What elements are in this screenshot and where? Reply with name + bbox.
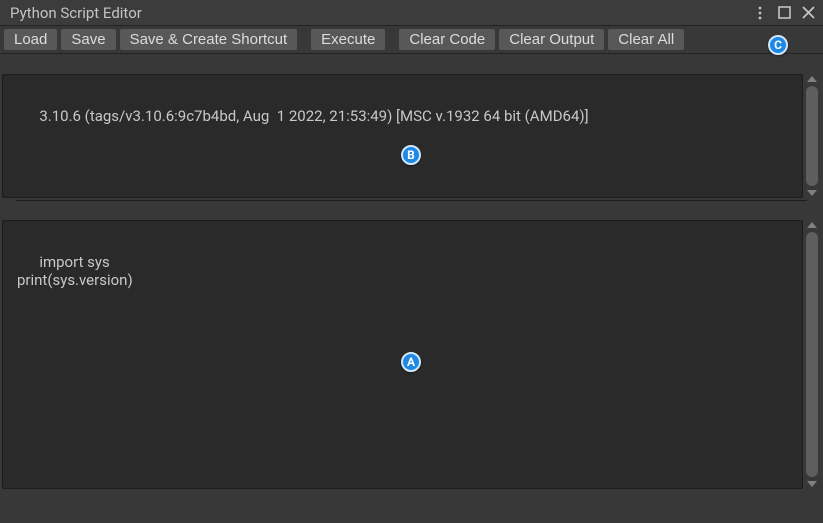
clear-all-button[interactable]: Clear All (608, 29, 684, 50)
scroll-down-icon[interactable] (807, 190, 817, 196)
maximize-icon[interactable] (775, 4, 793, 22)
toolbar: Load Save Save & Create Shortcut Execute… (0, 26, 823, 54)
scroll-down-icon[interactable] (807, 481, 817, 487)
scroll-up-icon[interactable] (807, 222, 817, 228)
save-shortcut-button[interactable]: Save & Create Shortcut (120, 29, 298, 50)
output-text: 3.10.6 (tags/v3.10.6:9c7b4bd, Aug 1 2022… (39, 107, 588, 125)
scroll-track[interactable] (806, 232, 818, 477)
output-scrollbar[interactable] (803, 74, 821, 198)
close-icon[interactable] (799, 4, 817, 22)
load-button[interactable]: Load (4, 29, 57, 50)
execute-button[interactable]: Execute (311, 29, 385, 50)
scroll-up-icon[interactable] (807, 76, 817, 82)
annotation-badge-b: B (401, 145, 421, 165)
clear-code-button[interactable]: Clear Code (399, 29, 495, 50)
pane-splitter[interactable] (16, 200, 807, 204)
annotation-badge-a: A (401, 352, 421, 372)
code-text: import sys print(sys.version) (17, 253, 133, 289)
window-titlebar: Python Script Editor (0, 0, 823, 26)
annotation-badge-c: C (768, 35, 788, 55)
scroll-track[interactable] (806, 86, 818, 186)
clear-output-button[interactable]: Clear Output (499, 29, 604, 50)
more-icon[interactable] (751, 4, 769, 22)
output-pane[interactable]: 3.10.6 (tags/v3.10.6:9c7b4bd, Aug 1 2022… (2, 74, 803, 198)
save-button[interactable]: Save (61, 29, 115, 50)
code-scrollbar[interactable] (803, 220, 821, 489)
window-title: Python Script Editor (10, 4, 142, 22)
